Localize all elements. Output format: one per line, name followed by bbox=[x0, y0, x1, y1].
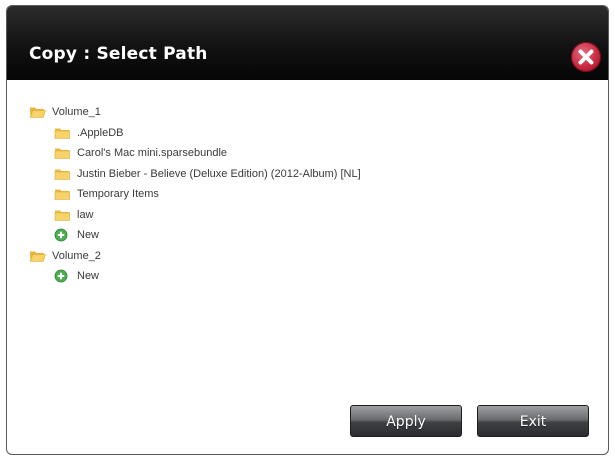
tree-item-label: Carol's Mac mini.sparsebundle bbox=[77, 147, 228, 160]
title-bar: Copy : Select Path bbox=[7, 6, 608, 80]
tree-item-label: .AppleDB bbox=[77, 126, 124, 139]
folder-icon bbox=[54, 167, 71, 181]
tree-item-label: New bbox=[77, 229, 100, 242]
new-folder-item-new-8[interactable]: New bbox=[29, 266, 589, 287]
tree-item-law-5[interactable]: law bbox=[29, 205, 589, 226]
tree-item-volume-2-7[interactable]: Volume_2 bbox=[29, 246, 589, 267]
folder-open-icon bbox=[29, 105, 46, 119]
tree-item-label: Volume_1 bbox=[52, 106, 101, 119]
dialog-title: Copy : Select Path bbox=[29, 44, 208, 64]
new-folder-item-new-6[interactable]: New bbox=[29, 225, 589, 246]
folder-icon bbox=[54, 126, 71, 140]
folder-icon bbox=[54, 208, 71, 222]
folder-icon bbox=[54, 146, 71, 160]
add-new-icon bbox=[54, 269, 71, 283]
tree-item-label: Volume_2 bbox=[52, 249, 101, 262]
tree-item-carol-s-mac-mini-sparsebundle-2[interactable]: Carol's Mac mini.sparsebundle bbox=[29, 143, 589, 164]
close-icon[interactable] bbox=[571, 42, 601, 72]
tree-item-label: New bbox=[77, 270, 100, 283]
folder-tree: Volume_1 .AppleDB Carol's Mac mini.sparseb… bbox=[29, 102, 589, 287]
folder-open-icon bbox=[29, 249, 46, 263]
exit-button[interactable]: Exit bbox=[477, 405, 589, 437]
tree-item-appledb-1[interactable]: .AppleDB bbox=[29, 123, 589, 144]
tree-item-label: Justin Bieber - Believe (Deluxe Edition)… bbox=[77, 167, 361, 180]
tree-item-volume-1-0[interactable]: Volume_1 bbox=[29, 102, 589, 123]
copy-select-path-dialog: Copy : Select Path Volume_1 .AppleDB Carol… bbox=[6, 5, 609, 455]
apply-button[interactable]: Apply bbox=[350, 405, 462, 437]
tree-item-temporary-items-4[interactable]: Temporary Items bbox=[29, 184, 589, 205]
add-new-icon bbox=[54, 228, 71, 242]
tree-item-label: Temporary Items bbox=[77, 188, 159, 201]
folder-icon bbox=[54, 187, 71, 201]
tree-item-label: law bbox=[77, 208, 94, 221]
tree-item-justin-bieber-believe-deluxe-edition-2012-album-nl-3[interactable]: Justin Bieber - Believe (Deluxe Edition)… bbox=[29, 164, 589, 185]
